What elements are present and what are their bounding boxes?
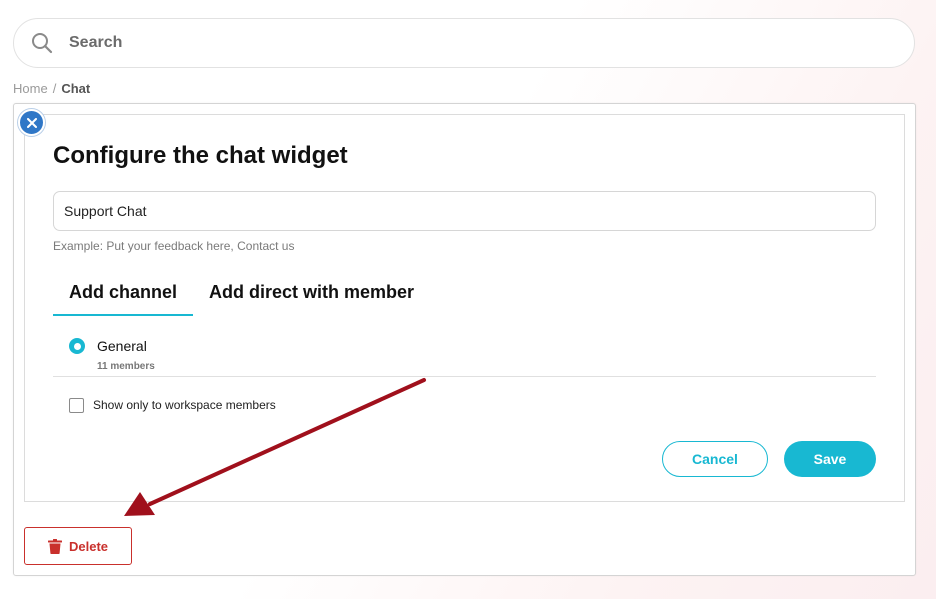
close-icon	[26, 117, 37, 128]
dialog-title: Configure the chat widget	[53, 142, 348, 169]
delete-label: Delete	[68, 538, 109, 554]
workspace-members-checkbox[interactable]	[69, 398, 84, 413]
checkbox-label: Show only to workspace members	[93, 398, 276, 412]
radio-selected-dot	[73, 342, 81, 350]
active-tab-indicator	[53, 314, 193, 316]
widget-name-input[interactable]	[53, 191, 876, 231]
trash-icon	[47, 538, 62, 554]
search-icon	[31, 32, 53, 54]
tab-add-direct-member[interactable]: Add direct with member	[209, 282, 414, 303]
search-input[interactable]	[69, 34, 769, 52]
breadcrumb-separator: /	[52, 81, 57, 96]
tab-add-channel[interactable]: Add channel	[69, 282, 177, 303]
cancel-button[interactable]: Cancel	[662, 441, 768, 477]
close-button[interactable]	[18, 109, 45, 136]
channel-member-count: 11 members	[97, 361, 155, 372]
channel-radio[interactable]	[69, 338, 85, 354]
input-hint: Example: Put your feedback here, Contact…	[53, 239, 295, 253]
configure-dialog	[24, 114, 905, 502]
save-button[interactable]: Save	[784, 441, 876, 477]
breadcrumb-current: Chat	[61, 81, 91, 96]
search-bar[interactable]	[13, 18, 915, 68]
breadcrumb-home[interactable]: Home	[13, 81, 48, 96]
channel-name: General	[97, 338, 147, 354]
breadcrumb: Home / Chat	[13, 81, 90, 96]
divider	[53, 376, 876, 377]
delete-button[interactable]: Delete	[24, 527, 132, 565]
